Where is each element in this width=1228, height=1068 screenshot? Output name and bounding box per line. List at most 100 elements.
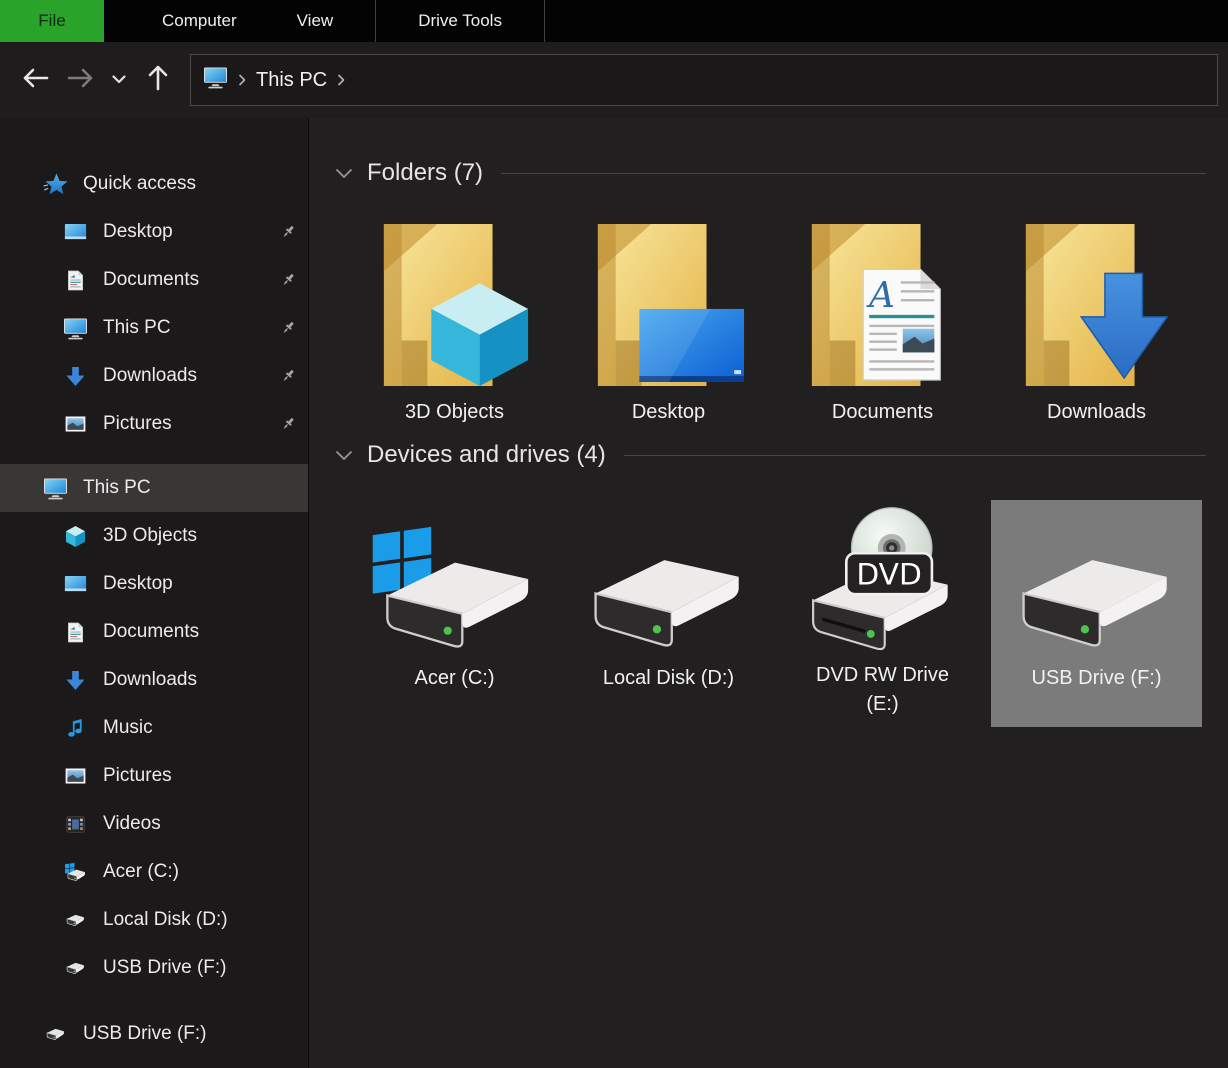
- usb-drive-icon: [1018, 506, 1176, 654]
- tile-label: 3D Objects: [405, 398, 504, 427]
- sidebar-item-usb-drive-f[interactable]: USB Drive (F:): [0, 944, 308, 992]
- breadcrumb-chevron-icon: [337, 74, 345, 86]
- svg-text:A: A: [866, 275, 895, 316]
- forward-arrow-icon: [66, 67, 94, 94]
- sidebar-item-this-pc-pinned[interactable]: This PC: [0, 304, 308, 352]
- sidebar-item-label: Quick access: [83, 173, 196, 195]
- back-button[interactable]: [14, 58, 58, 102]
- breadcrumb[interactable]: This PC: [256, 69, 327, 92]
- pin-icon: [280, 272, 296, 288]
- recent-locations-button[interactable]: [102, 58, 136, 102]
- quick-access-star-icon: [42, 172, 69, 196]
- sidebar-item-pictures-pc[interactable]: Pictures: [0, 752, 308, 800]
- 3d-objects-folder-icon: [376, 220, 534, 388]
- collapse-chevron-icon: [335, 450, 353, 461]
- sidebar-item-desktop[interactable]: Desktop: [0, 208, 308, 256]
- sidebar-item-label: 3D Objects: [103, 525, 197, 547]
- sidebar-item-this-pc[interactable]: This PC: [0, 464, 308, 512]
- sidebar-item-3d-objects[interactable]: 3D Objects: [0, 512, 308, 560]
- sidebar-item-documents[interactable]: Documents: [0, 256, 308, 304]
- tab-drive-tools[interactable]: Drive Tools: [375, 0, 545, 42]
- chevron-down-icon: [112, 71, 126, 89]
- tile-label: Local Disk (D:): [603, 664, 734, 693]
- sidebar-item-label: Downloads: [103, 669, 197, 691]
- dvd-drive-icon: DVD: [799, 506, 967, 651]
- sidebar-item-usb-drive-root[interactable]: USB Drive (F:): [0, 1010, 308, 1058]
- group-title: Devices and drives (4): [367, 441, 606, 469]
- address-bar[interactable]: This PC: [190, 54, 1218, 106]
- group-header-devices[interactable]: Devices and drives (4): [323, 436, 1212, 474]
- documents-icon: [62, 622, 89, 643]
- downloads-icon: [62, 670, 89, 691]
- sidebar-item-music[interactable]: Music: [0, 704, 308, 752]
- tab-computer[interactable]: Computer: [132, 0, 267, 42]
- sidebar-item-videos[interactable]: Videos: [0, 800, 308, 848]
- this-pc-icon: [62, 317, 89, 340]
- folder-tile-downloads[interactable]: Downloads: [991, 214, 1202, 426]
- drive-tile-dvd-rw-e[interactable]: DVD DVD RW Drive (E:): [777, 500, 988, 727]
- sidebar-item-label: Pictures: [103, 413, 172, 435]
- file-menu-button[interactable]: File: [0, 0, 104, 42]
- group-divider: [501, 173, 1206, 174]
- tile-label: Documents: [832, 398, 933, 427]
- up-arrow-icon: [147, 64, 169, 97]
- tile-label: Downloads: [1047, 398, 1146, 427]
- collapse-chevron-icon: [335, 168, 353, 179]
- tile-label: Acer (C:): [415, 664, 495, 693]
- sidebar-item-pictures[interactable]: Pictures: [0, 400, 308, 448]
- sidebar-item-label: USB Drive (F:): [103, 957, 227, 979]
- items-view: Folders (7) 3D Objects Desktop A Documen…: [308, 118, 1228, 1068]
- sidebar-item-local-disk-d[interactable]: Local Disk (D:): [0, 896, 308, 944]
- drive-tile-acer-c[interactable]: Acer (C:): [349, 500, 560, 727]
- pictures-icon: [62, 416, 89, 432]
- folder-tile-desktop[interactable]: Desktop: [563, 214, 774, 426]
- folder-tile-3d-objects[interactable]: 3D Objects: [349, 214, 560, 426]
- tile-label: USB Drive (F:): [1032, 664, 1162, 693]
- sidebar-item-desktop-pc[interactable]: Desktop: [0, 560, 308, 608]
- tile-label: DVD RW Drive (E:): [798, 661, 968, 719]
- forward-button[interactable]: [58, 58, 102, 102]
- hard-drive-icon: [590, 506, 748, 654]
- group-divider: [624, 455, 1206, 456]
- documents-folder-icon: A: [804, 220, 962, 388]
- group-title: Folders (7): [367, 159, 483, 187]
- 3d-objects-icon: [62, 525, 89, 548]
- pin-icon: [280, 320, 296, 336]
- drive-tile-usb-f[interactable]: USB Drive (F:): [991, 500, 1202, 727]
- sidebar-item-label: Acer (C:): [103, 861, 179, 883]
- tab-view[interactable]: View: [267, 0, 364, 42]
- desktop-icon: [62, 223, 89, 241]
- sidebar-item-label: Local Disk (D:): [103, 909, 228, 931]
- pin-icon: [280, 368, 296, 384]
- drive-icon: [62, 961, 89, 975]
- breadcrumb-chevron-icon: [238, 74, 246, 86]
- desktop-icon: [62, 575, 89, 593]
- group-header-folders[interactable]: Folders (7): [323, 154, 1212, 192]
- system-drive-icon: [62, 863, 89, 882]
- this-pc-icon: [42, 477, 69, 500]
- svg-text:DVD: DVD: [856, 558, 922, 593]
- desktop-folder-icon: [590, 220, 748, 388]
- drive-tile-local-disk-d[interactable]: Local Disk (D:): [563, 500, 774, 727]
- sidebar-item-label: USB Drive (F:): [83, 1023, 207, 1045]
- system-drive-icon: [367, 506, 543, 654]
- menu-bar: File Computer View Drive Tools: [0, 0, 1228, 42]
- sidebar-item-label: Documents: [103, 269, 199, 291]
- folder-tile-documents[interactable]: A Documents: [777, 214, 988, 426]
- navigation-pane: Quick access Desktop Documents This PC D…: [0, 118, 308, 1068]
- sidebar-item-label: This PC: [83, 477, 151, 499]
- sidebar-item-documents-pc[interactable]: Documents: [0, 608, 308, 656]
- videos-icon: [62, 816, 89, 833]
- up-button[interactable]: [136, 58, 180, 102]
- sidebar-item-downloads[interactable]: Downloads: [0, 352, 308, 400]
- sidebar-item-label: Videos: [103, 813, 161, 835]
- sidebar-item-acer-c[interactable]: Acer (C:): [0, 848, 308, 896]
- pin-icon: [280, 416, 296, 432]
- drive-icon: [62, 913, 89, 927]
- downloads-icon: [62, 366, 89, 387]
- downloads-folder-icon: [1018, 220, 1176, 388]
- sidebar-item-quick-access[interactable]: Quick access: [0, 160, 308, 208]
- back-arrow-icon: [22, 67, 50, 94]
- sidebar-item-label: Desktop: [103, 573, 173, 595]
- sidebar-item-downloads-pc[interactable]: Downloads: [0, 656, 308, 704]
